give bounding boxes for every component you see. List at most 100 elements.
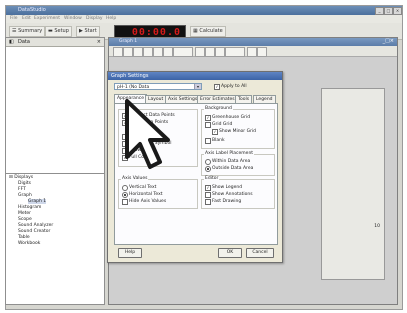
outside-data-area-radio[interactable] bbox=[205, 166, 211, 172]
tree-item-histogram[interactable]: Histogram bbox=[18, 205, 41, 210]
show-minor-grid-checkbox[interactable]: ✓ bbox=[212, 129, 218, 135]
outside-data-area-label: Outside Data Area bbox=[212, 166, 254, 171]
apply-to-all-checkbox[interactable]: ✓ bbox=[214, 84, 220, 90]
vertical-text-radio[interactable] bbox=[122, 185, 128, 191]
axis-label-title: Axis Label Placement bbox=[204, 151, 255, 156]
mouse-pointer-icon bbox=[125, 99, 170, 169]
ok-button[interactable]: OK bbox=[218, 248, 242, 258]
start-label: Start bbox=[84, 28, 97, 34]
apply-to-all-label: Apply to All bbox=[221, 84, 247, 89]
data-panel-close-icon[interactable]: × bbox=[97, 38, 101, 46]
tree-item-sound-creator[interactable]: Sound Creator bbox=[18, 229, 50, 234]
tree-item-fft[interactable]: FFT bbox=[18, 187, 26, 192]
tree-item-graph[interactable]: Graph bbox=[18, 193, 32, 198]
axis-tick-label: 10 bbox=[374, 224, 380, 229]
tab-legend[interactable]: Legend bbox=[253, 95, 276, 103]
start-button[interactable]: ▶ Start bbox=[76, 26, 100, 37]
greenhouse-grid-checkbox[interactable]: ✓ bbox=[205, 115, 211, 121]
tree-item-table[interactable]: Table bbox=[18, 235, 30, 240]
graph-curve-fit-icon[interactable] bbox=[173, 47, 193, 57]
graph-settings-icon[interactable] bbox=[257, 47, 267, 57]
editor-group: Editor ✓ Show Legend Show Annotations Fa… bbox=[201, 176, 275, 209]
axis-label-group: Axis Label Placement Within Data Area Ou… bbox=[201, 151, 275, 176]
horizontal-text-label: Horizontal Text bbox=[129, 192, 163, 197]
measurement-select[interactable]: pH-1 (No Data ▾ bbox=[114, 83, 202, 90]
graph-annotate-icon[interactable] bbox=[205, 47, 215, 57]
show-annotations-checkbox[interactable] bbox=[205, 192, 211, 198]
tree-item-scope[interactable]: Scope bbox=[18, 217, 32, 222]
close-icon[interactable]: × bbox=[393, 7, 402, 15]
grid-grid-checkbox[interactable] bbox=[205, 122, 211, 128]
editor-title: Editor bbox=[204, 176, 220, 181]
fast-drawing-label: Fast Drawing bbox=[212, 199, 242, 204]
data-panel-title: Data bbox=[18, 39, 30, 45]
blank-checkbox[interactable] bbox=[205, 138, 211, 144]
graph-delete-icon[interactable] bbox=[215, 47, 225, 57]
hide-axis-values-label: Hide Axis Values bbox=[129, 199, 167, 204]
show-legend-label: Show Legend bbox=[212, 185, 243, 190]
graph-window-title-bar: Graph 1 _□× bbox=[109, 38, 397, 46]
cancel-button[interactable]: Cancel bbox=[246, 248, 274, 258]
menu-help[interactable]: Help bbox=[106, 16, 116, 21]
greenhouse-grid-label: Greenhouse Grid bbox=[212, 115, 251, 120]
calculator-button[interactable]: ▦ Calculate bbox=[190, 26, 226, 37]
summary-button[interactable]: ☰ Summary bbox=[9, 26, 46, 37]
graph-remove-icon[interactable] bbox=[247, 47, 257, 57]
tree-item-sound-analyzer[interactable]: Sound Analyzer bbox=[18, 223, 53, 228]
tab-tools[interactable]: Tools bbox=[235, 95, 253, 103]
graph-note-icon[interactable] bbox=[143, 47, 153, 57]
minimize-icon[interactable]: _ bbox=[375, 7, 384, 15]
graph-select-icon[interactable] bbox=[133, 47, 143, 57]
menu-display[interactable]: Display bbox=[86, 16, 103, 21]
data-panel-icon: ◧ bbox=[9, 39, 14, 45]
show-minor-grid-label: Show Minor Grid bbox=[219, 129, 257, 134]
help-button[interactable]: Help bbox=[118, 248, 142, 258]
menu-window[interactable]: Window bbox=[64, 16, 82, 21]
data-panel-header: ◧ Data × bbox=[6, 38, 104, 47]
tree-root-label: Displays bbox=[14, 175, 34, 180]
fast-drawing-checkbox[interactable] bbox=[205, 199, 211, 205]
graph-stats-icon[interactable] bbox=[163, 47, 173, 57]
hide-axis-values-checkbox[interactable] bbox=[122, 199, 128, 205]
graph-text-icon[interactable] bbox=[195, 47, 205, 57]
tree-root-displays[interactable]: ⊟ Displays bbox=[9, 175, 33, 180]
show-annotations-label: Show Annotations bbox=[212, 192, 253, 197]
calculator-label: Calculate bbox=[199, 28, 223, 34]
tree-item-graph-1[interactable]: Graph 1 bbox=[28, 199, 47, 204]
dialog-title: Graph Settings bbox=[108, 72, 282, 80]
axis-values-title: Axis Values bbox=[121, 176, 149, 181]
tab-error-estimates[interactable]: Error Estimates bbox=[197, 95, 238, 103]
chevron-down-icon[interactable]: ▾ bbox=[194, 84, 201, 89]
app-title-bar: DataStudio _ □ × bbox=[6, 6, 402, 15]
graph-fit-icon[interactable] bbox=[153, 47, 163, 57]
graph-window-controls-icon[interactable]: _□× bbox=[383, 38, 394, 44]
tree-item-workbook[interactable]: Workbook bbox=[18, 241, 40, 246]
show-legend-checkbox[interactable]: ✓ bbox=[205, 185, 211, 191]
menu-edit[interactable]: Edit bbox=[22, 16, 31, 21]
tree-item-meter[interactable]: Meter bbox=[18, 211, 31, 216]
tree-item-digits[interactable]: Digits bbox=[18, 181, 31, 186]
graph-zoom-icon[interactable] bbox=[123, 47, 133, 57]
plot-area[interactable]: 10 bbox=[321, 88, 385, 280]
data-panel: ◧ Data × bbox=[5, 37, 105, 175]
graph-scale-icon[interactable] bbox=[113, 47, 123, 57]
displays-tree: ⊟ Displays Digits FFT Graph Graph 1 Hist… bbox=[5, 173, 105, 305]
axis-values-group: Axis Values Vertical Text Horizontal Tex… bbox=[118, 176, 198, 209]
background-group: Background ✓ Greenhouse Grid Grid Grid ✓… bbox=[201, 106, 275, 149]
within-data-area-radio[interactable] bbox=[205, 159, 211, 165]
summary-label: Summary bbox=[18, 28, 43, 34]
within-data-area-label: Within Data Area bbox=[212, 159, 251, 164]
setup-label: Setup bbox=[54, 28, 69, 34]
graph-data-dropdown-icon[interactable] bbox=[225, 47, 245, 57]
maximize-icon[interactable]: □ bbox=[384, 7, 393, 15]
menu-file[interactable]: File bbox=[10, 16, 18, 21]
measurement-select-value: pH-1 (No Data bbox=[117, 85, 150, 90]
app-title: DataStudio bbox=[18, 7, 46, 13]
setup-button[interactable]: ▬ Setup bbox=[45, 26, 72, 37]
menu-experiment[interactable]: Experiment bbox=[34, 16, 60, 21]
graph-window-title: Graph 1 bbox=[119, 39, 138, 44]
grid-grid-label: Grid Grid bbox=[212, 122, 233, 127]
background-title: Background bbox=[204, 106, 233, 111]
blank-label: Blank bbox=[212, 138, 225, 143]
horizontal-text-radio[interactable] bbox=[122, 192, 128, 198]
